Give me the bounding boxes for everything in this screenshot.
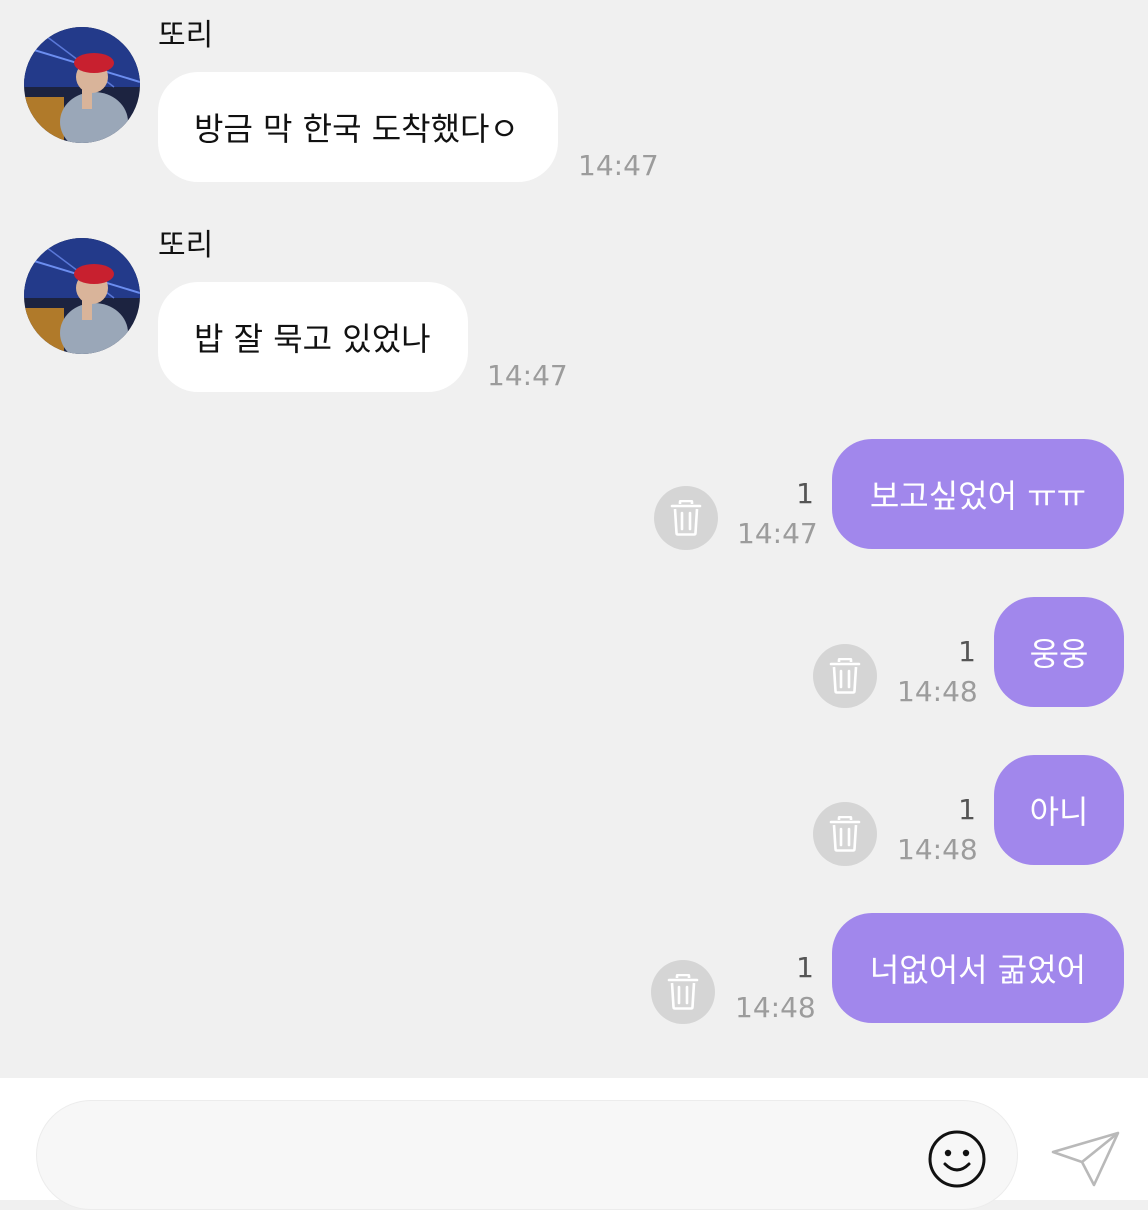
message-text: 방금 막 한국 도착했다ㅇ: [194, 110, 519, 148]
message-text: 밥 잘 묵고 있었나: [194, 320, 431, 358]
chat-area: 또리 방금 막 한국 도착했다ㅇ 14:47 또리 밥 잘 묵고 있었나 14:…: [0, 0, 1148, 1076]
message-time: 14:48: [897, 833, 978, 866]
sender-avatar[interactable]: [24, 27, 140, 143]
unread-count: 1: [958, 635, 976, 668]
unread-count: 1: [796, 951, 814, 984]
outgoing-message-bubble[interactable]: 너없어서 굶었어: [832, 913, 1124, 1023]
delete-message-button[interactable]: [813, 644, 877, 708]
outgoing-message-bubble[interactable]: 보고싶었어 ㅠㅠ: [832, 439, 1124, 549]
delete-message-button[interactable]: [654, 486, 718, 550]
unread-count: 1: [958, 793, 976, 826]
message-time: 14:47: [487, 359, 568, 392]
message-text: 보고싶었어 ㅠㅠ: [869, 477, 1087, 515]
delete-message-button[interactable]: [813, 802, 877, 866]
message-time: 14:47: [737, 517, 818, 550]
trash-icon: [670, 500, 702, 536]
trash-icon: [667, 974, 699, 1010]
sender-avatar[interactable]: [24, 238, 140, 354]
incoming-message-bubble[interactable]: 방금 막 한국 도착했다ㅇ: [158, 72, 558, 182]
avatar-image: [24, 238, 140, 354]
message-text: 너없어서 굶었어: [869, 951, 1087, 989]
incoming-message-bubble[interactable]: 밥 잘 묵고 있었나: [158, 282, 468, 392]
avatar-image: [24, 27, 140, 143]
trash-icon: [829, 816, 861, 852]
message-input[interactable]: [36, 1100, 1018, 1210]
message-time: 14:47: [578, 149, 659, 182]
outgoing-message-bubble[interactable]: 웅웅: [994, 597, 1124, 707]
message-time: 14:48: [897, 675, 978, 708]
message-time: 14:48: [735, 991, 816, 1024]
delete-message-button[interactable]: [651, 960, 715, 1024]
paper-plane-icon: [1051, 1131, 1120, 1187]
trash-icon: [829, 658, 861, 694]
emoji-button[interactable]: [926, 1128, 988, 1190]
outgoing-message-bubble[interactable]: 아니: [994, 755, 1124, 865]
send-button[interactable]: [1050, 1130, 1122, 1188]
sender-name: 또리: [158, 18, 214, 53]
sender-name: 또리: [158, 228, 214, 263]
unread-count: 1: [796, 477, 814, 510]
message-text: 웅웅: [1029, 635, 1089, 673]
smiley-face-icon: [928, 1130, 986, 1188]
message-text: 아니: [1029, 793, 1089, 831]
